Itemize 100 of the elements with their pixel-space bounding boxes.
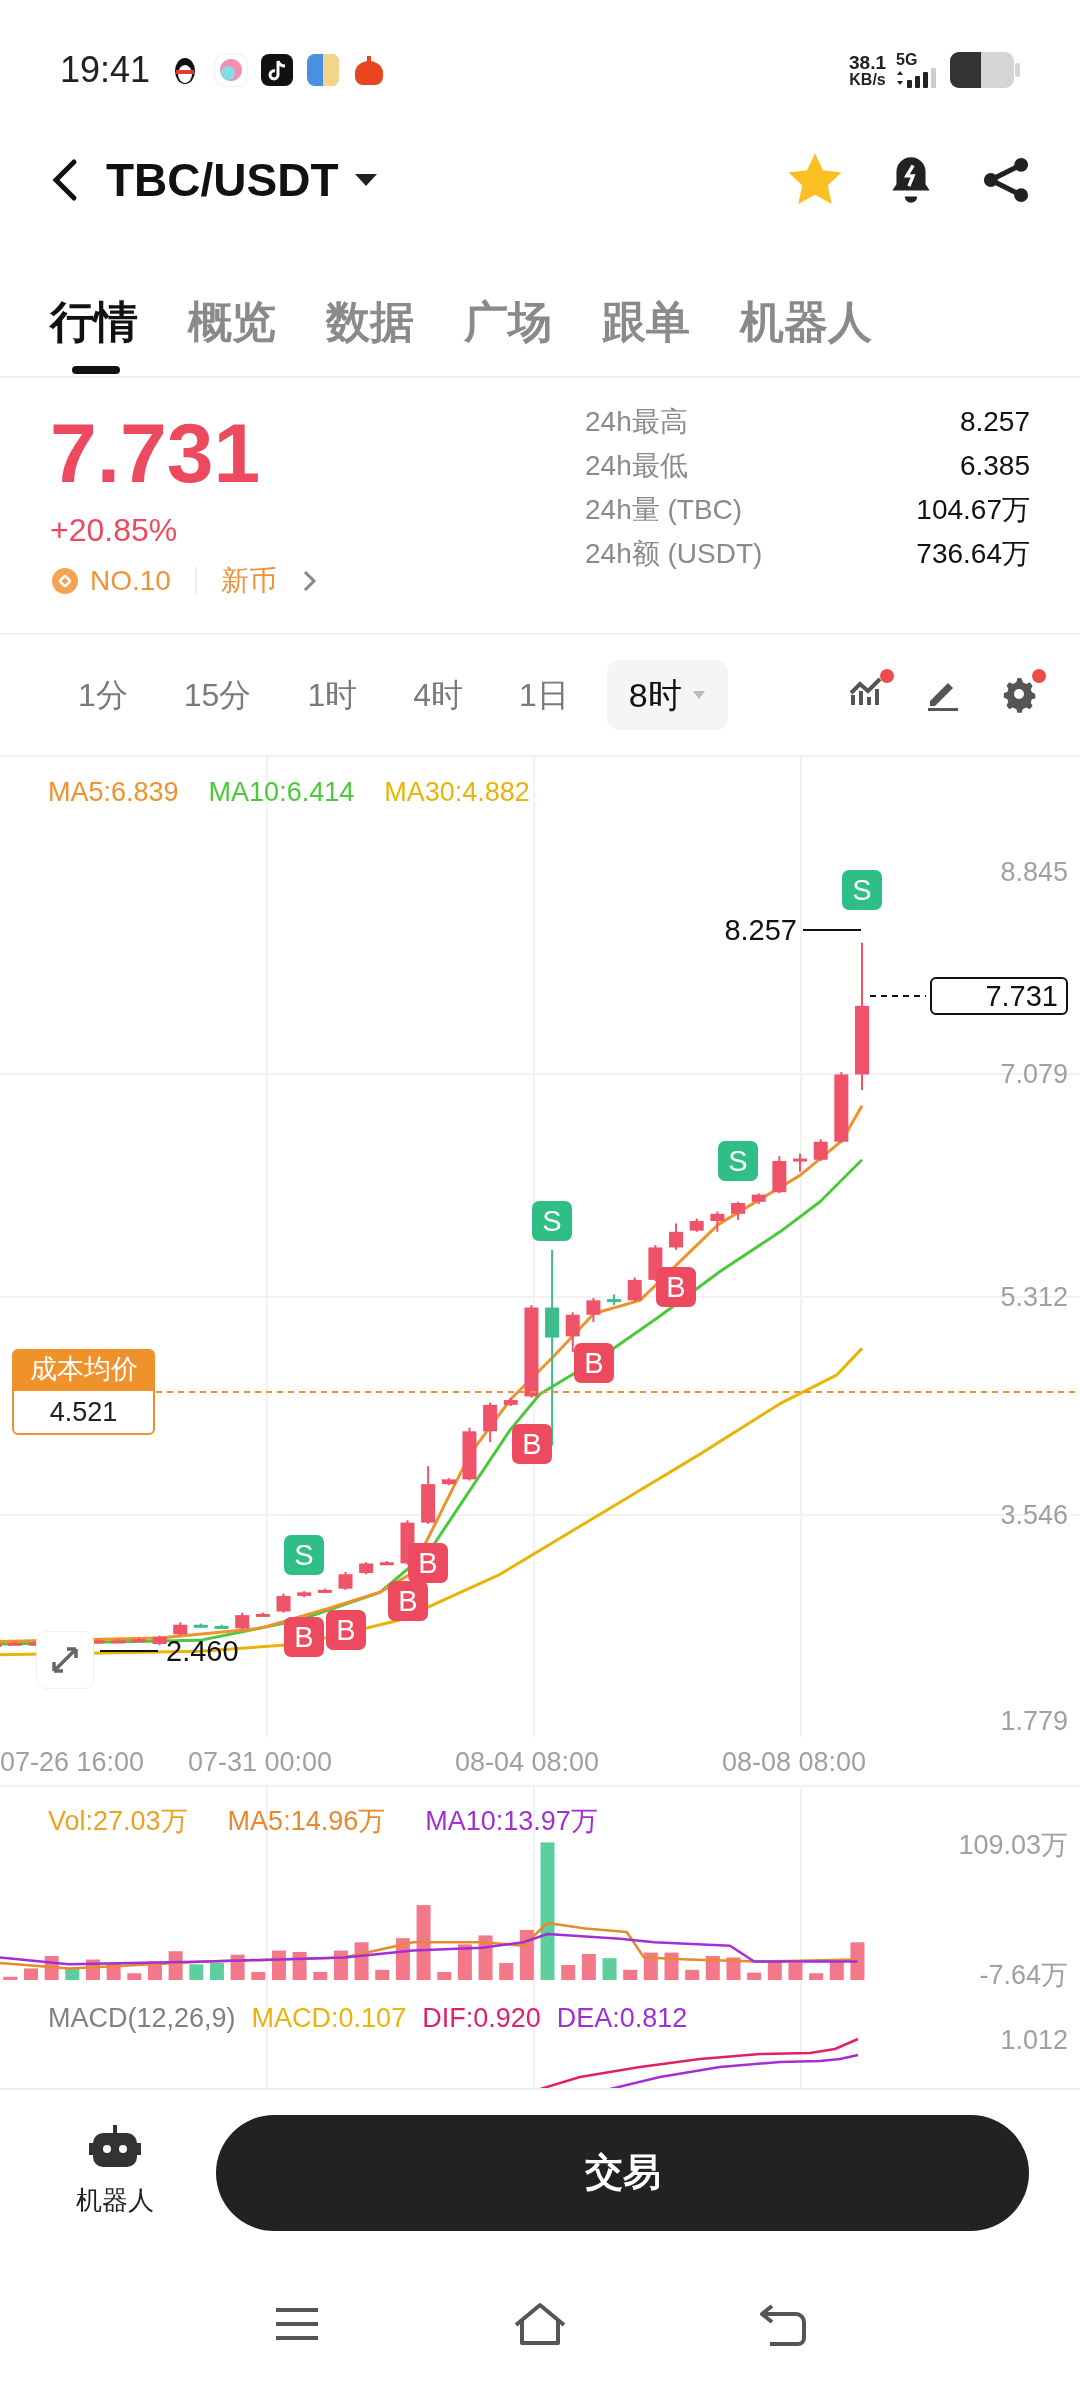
candle [586, 1296, 601, 1323]
axis-label: 08-08 08:00 [722, 1746, 867, 1779]
volume-bar [24, 1968, 38, 1980]
axis-label: 5.312 [1000, 1281, 1068, 1314]
candle [7, 1640, 22, 1647]
stat-label: 24h量 (TBC) [585, 493, 743, 527]
tab[interactable]: 行情 [50, 298, 138, 374]
rank-icon [52, 568, 78, 594]
music-note-icon [260, 53, 295, 87]
candle [297, 1590, 312, 1599]
candle [317, 1587, 332, 1594]
candle [751, 1192, 766, 1206]
axis-label: -7.64万 [979, 1959, 1068, 1992]
volume-bar [499, 1962, 514, 1980]
candle [503, 1396, 518, 1408]
volume-bar [313, 1971, 328, 1980]
tab[interactable]: 广场 [464, 298, 552, 374]
indicator-legend: DEA:0.812 [556, 1998, 688, 2039]
axis-label: 3.546 [1000, 1499, 1068, 1532]
candle [462, 1426, 477, 1482]
candle [483, 1401, 498, 1444]
trade-button[interactable]: 交易 [216, 2114, 1029, 2231]
sell-marker: S [284, 1535, 324, 1575]
candle [689, 1217, 704, 1233]
tab[interactable]: 机器人 [740, 298, 872, 374]
volume-bar [3, 1976, 18, 1980]
volume-bar [809, 1973, 824, 1980]
candle [421, 1465, 436, 1525]
candle [214, 1623, 229, 1630]
rank-label: NO.10 [90, 564, 171, 598]
candle [338, 1570, 353, 1591]
interval-tab[interactable]: 1分 [52, 660, 154, 730]
candle [813, 1138, 828, 1162]
buy-marker: B [326, 1610, 366, 1650]
interval-tab[interactable]: 1时 [281, 660, 384, 730]
candle [710, 1210, 725, 1233]
candle [193, 1622, 208, 1629]
candle [565, 1311, 580, 1353]
axis-label: 07-26 16:00 [0, 1746, 145, 1779]
caret-icon [691, 690, 706, 700]
candle [379, 1560, 394, 1566]
volume-bar [705, 1956, 720, 1980]
volume-bar [230, 1954, 245, 1980]
price-line [869, 995, 927, 997]
sell-marker: S [532, 1201, 572, 1241]
last-price: 7.731 [50, 408, 262, 498]
last-price-tag: 7.731 [930, 977, 1068, 1015]
tab[interactable]: 概览 [188, 298, 276, 374]
star-icon[interactable] [788, 153, 842, 207]
tab[interactable]: 跟单 [602, 298, 690, 374]
indicator-legend: MA5:14.96万 [227, 1801, 386, 1842]
interval-tab[interactable]: 4时 [387, 660, 489, 730]
indicator-legend: MA5:6.839 [48, 772, 179, 813]
indicator-legend: MA10:13.97万 [425, 1801, 598, 1842]
candle [173, 1621, 188, 1637]
candle [235, 1611, 250, 1631]
axis-label: 7.079 [1000, 1058, 1068, 1091]
leader-line [802, 929, 862, 931]
volume-bar [664, 1952, 679, 1980]
interval-tab[interactable]: 1日 [493, 660, 595, 730]
volume-bar [623, 1969, 638, 1980]
home-icon[interactable] [512, 2300, 568, 2347]
interval-tab[interactable]: 8时 [606, 660, 728, 730]
network-type: 5G [896, 52, 918, 68]
volume-bar [437, 1971, 452, 1980]
robot-label[interactable]: 机器人 [76, 2181, 154, 2220]
axis-label: 8.845 [1000, 856, 1068, 889]
battery-icon [950, 51, 1020, 89]
buy-marker: B [408, 1543, 448, 1583]
interval-tab[interactable]: 15分 [157, 660, 278, 730]
candle [111, 1638, 126, 1644]
stat-label: 24h最高 [585, 405, 688, 439]
buy-marker: B [388, 1581, 428, 1621]
network-speed-unit: KB/s [849, 71, 886, 88]
volume-bar [209, 1962, 224, 1980]
new-coin-link[interactable]: 新币 [220, 560, 277, 602]
sell-marker: S [842, 870, 882, 910]
clock-time: 19:41 [60, 48, 151, 92]
app-icon [214, 53, 249, 87]
sell-marker: S [718, 1141, 758, 1181]
buy-marker: B [574, 1343, 614, 1383]
stat-value: 6.385 [959, 449, 1030, 483]
buy-marker: B [656, 1267, 696, 1307]
stat-value: 8.257 [959, 405, 1030, 439]
tab[interactable]: 数据 [326, 298, 414, 374]
leader-line [99, 1650, 159, 1652]
volume-bar [561, 1965, 576, 1980]
pair-selector[interactable]: TBC/USDT [106, 145, 379, 215]
stat-label: 24h最低 [585, 449, 688, 483]
candle [255, 1611, 270, 1618]
candle [152, 1634, 167, 1647]
volume-bar [519, 1929, 534, 1980]
candle [607, 1293, 622, 1307]
candle [669, 1222, 684, 1251]
candle [793, 1152, 807, 1173]
candle [627, 1276, 642, 1303]
stat-value: 736.64万 [916, 537, 1030, 571]
candle [276, 1592, 291, 1614]
indicator-legend: DIF:0.920 [422, 1998, 541, 2039]
expand-button[interactable] [36, 1631, 94, 1689]
